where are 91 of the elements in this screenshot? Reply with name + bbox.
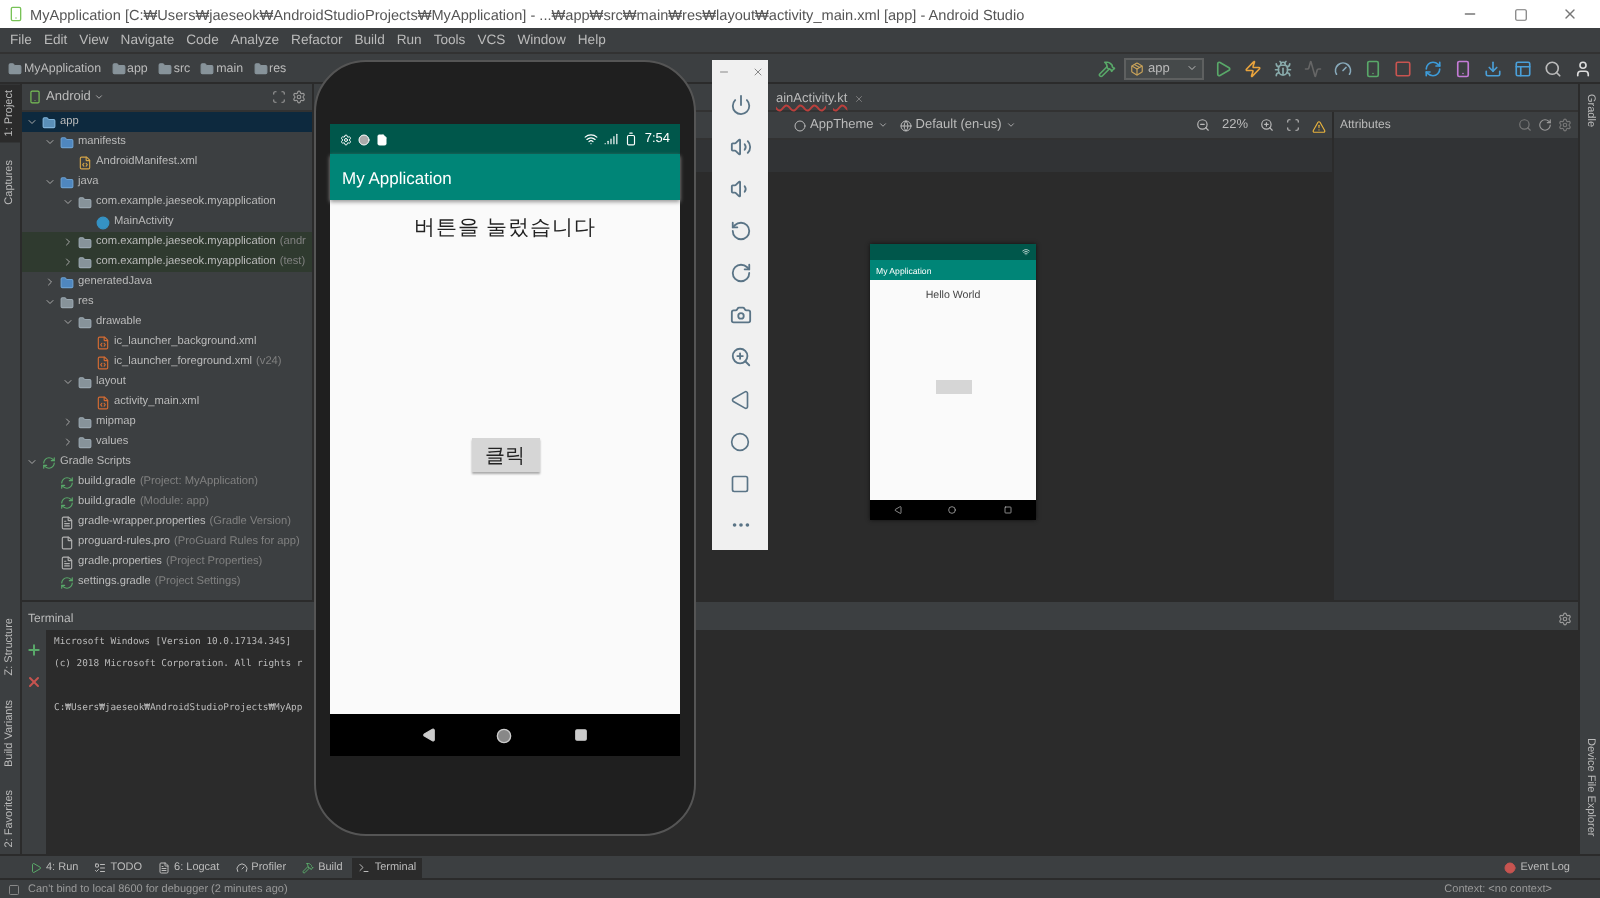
folder-icon <box>78 315 92 329</box>
volume-down-icon[interactable] <box>729 178 751 200</box>
home-icon <box>948 506 957 514</box>
android-icon <box>28 90 42 104</box>
circle-icon <box>96 215 110 229</box>
checklist-icon <box>94 861 107 873</box>
run-icon[interactable] <box>1213 59 1231 77</box>
folder-icon <box>60 275 74 289</box>
warning-icon <box>1312 119 1326 133</box>
folder-icon <box>111 61 126 75</box>
sd-card-icon <box>376 133 388 145</box>
gauge-icon <box>235 861 248 873</box>
power-icon[interactable] <box>729 94 751 116</box>
folder-icon <box>157 61 172 75</box>
folder-icon <box>253 61 268 75</box>
folder-icon <box>78 235 92 249</box>
folder-icon <box>78 415 92 429</box>
volume-up-icon[interactable] <box>729 136 751 158</box>
click-button[interactable]: 클릭 <box>471 438 539 472</box>
folder-icon <box>78 375 92 389</box>
hammer-icon <box>302 861 315 873</box>
fit-icon <box>1286 118 1300 132</box>
android-icon <box>8 6 24 22</box>
rotate-left-icon[interactable] <box>729 220 751 242</box>
folder-icon <box>8 61 22 75</box>
download-icon[interactable] <box>1483 59 1501 77</box>
folder-icon <box>78 435 92 449</box>
sync-icon[interactable] <box>1423 59 1441 77</box>
circle-icon <box>358 133 370 145</box>
document-icon <box>78 155 92 169</box>
battery-icon <box>624 132 639 146</box>
maximize-icon <box>1513 7 1527 21</box>
folder-icon <box>78 255 92 269</box>
gradle-icon <box>60 575 74 589</box>
search-icon <box>1518 118 1532 132</box>
play-icon <box>30 861 42 873</box>
caret-icon <box>1005 120 1016 130</box>
phone-icon[interactable] <box>1363 59 1381 77</box>
zoom-icon[interactable] <box>729 346 751 368</box>
wifi-icon <box>584 132 599 146</box>
bug-icon[interactable] <box>1273 59 1291 77</box>
device-icon[interactable] <box>1453 59 1471 77</box>
user-icon[interactable] <box>1573 59 1591 77</box>
wifi-icon <box>1022 248 1030 256</box>
folder-icon <box>200 61 215 75</box>
close-icon <box>1562 6 1578 22</box>
back-icon <box>893 506 902 514</box>
document-icon <box>96 355 110 369</box>
signal-icon <box>604 132 619 146</box>
zoom-out-icon <box>1195 118 1210 132</box>
folder-icon <box>60 135 74 149</box>
gear-icon <box>1558 612 1572 626</box>
document-icon <box>96 395 110 409</box>
layout-icon[interactable] <box>1513 59 1531 77</box>
folder-icon <box>42 115 56 129</box>
gradle-icon <box>42 455 56 469</box>
app-title: My Application <box>342 167 452 187</box>
circle-icon <box>794 119 806 131</box>
overview-icon <box>1004 506 1013 514</box>
globe-icon <box>899 119 912 131</box>
folder-icon <box>60 295 74 309</box>
gear-icon <box>292 90 306 104</box>
search-icon[interactable] <box>1543 59 1561 77</box>
zoom-in-icon <box>1260 118 1274 132</box>
gauge-icon[interactable] <box>1333 59 1351 77</box>
square-icon <box>8 883 20 895</box>
stop-icon[interactable] <box>1393 59 1411 77</box>
gradle-icon <box>60 495 74 509</box>
list-icon <box>158 861 171 873</box>
caret-icon <box>94 92 105 102</box>
document-icon <box>96 335 110 349</box>
close-icon[interactable] <box>26 674 42 690</box>
hammer-icon[interactable] <box>1097 59 1115 77</box>
add-icon[interactable] <box>26 642 42 658</box>
caret-icon <box>877 120 888 130</box>
gear-icon <box>340 133 352 145</box>
folder-icon <box>78 195 92 209</box>
document-icon <box>60 555 74 569</box>
gradle-icon <box>60 475 74 489</box>
gear-icon <box>1558 118 1572 132</box>
camera-icon[interactable] <box>729 304 751 326</box>
document-icon <box>60 515 74 529</box>
document-icon <box>60 535 74 549</box>
lightning-icon[interactable] <box>1243 59 1261 77</box>
package-icon <box>1130 61 1144 75</box>
message-text: 버튼을 눌렀습니다 <box>414 214 596 242</box>
caret-icon <box>1186 62 1198 74</box>
rotate-right-icon[interactable] <box>729 262 751 284</box>
alert-icon <box>1504 861 1517 873</box>
folder-icon <box>60 175 74 189</box>
close-icon[interactable] <box>751 66 763 78</box>
